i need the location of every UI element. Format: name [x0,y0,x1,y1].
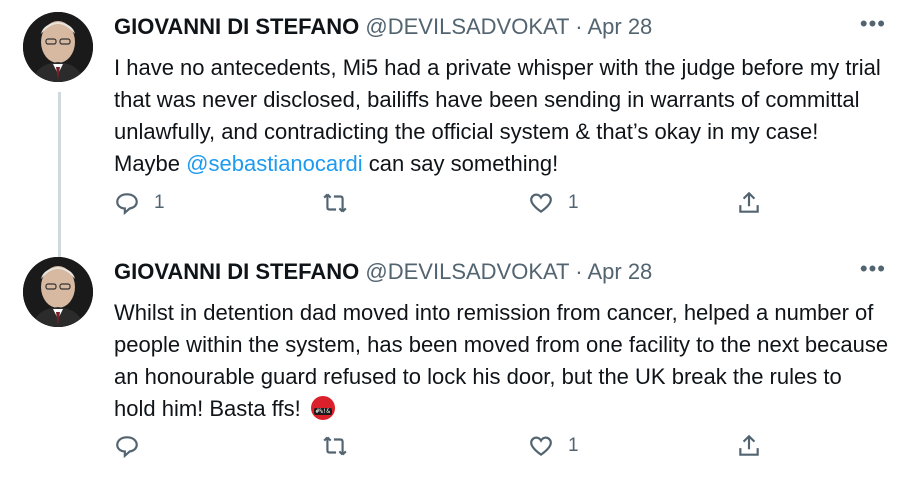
separator-dot: · [575,259,583,284]
tweet-header: GIOVANNI DI STEFANO @DEVILSADVOKAT · Apr… [114,259,652,285]
reply-icon [116,193,138,216]
like-count: 1 [568,192,579,213]
author-handle[interactable]: @DEVILSADVOKAT [365,14,569,39]
like-icon [530,193,552,213]
reply-count: 1 [154,192,165,213]
share-icon [739,434,759,456]
like-count: 1 [568,435,579,456]
retweet-button[interactable] [322,190,362,216]
angry-symbols-emoji-icon: #%!& [310,396,335,420]
share-button[interactable] [736,190,762,216]
avatar[interactable] [23,257,93,327]
more-icon[interactable]: ••• [860,258,886,280]
tweet-text-part: Whilst in detention dad moved into remis… [114,300,889,421]
reply-icon [116,436,138,459]
tweet: GIOVANNI DI STEFANO @DEVILSADVOKAT · Apr… [0,245,900,480]
retweet-button[interactable] [322,433,362,459]
tweet-text: Whilst in detention dad moved into remis… [114,297,889,425]
retweet-icon [323,436,347,456]
tweet-date[interactable]: Apr 28 [587,259,652,284]
tweet: GIOVANNI DI STEFANO @DEVILSADVOKAT · Apr… [0,0,900,245]
tweet-text-part: can say something! [362,151,559,176]
like-button[interactable]: 1 [528,190,579,216]
author-name[interactable]: GIOVANNI DI STEFANO [114,259,359,284]
share-icon [739,191,759,213]
reply-button[interactable] [114,433,154,459]
author-name[interactable]: GIOVANNI DI STEFANO [114,14,359,39]
tweet-header: GIOVANNI DI STEFANO @DEVILSADVOKAT · Apr… [114,14,652,40]
tweet-text: I have no antecedents, Mi5 had a private… [114,52,889,180]
mention-link[interactable]: @sebastianocardi [186,151,362,176]
separator-dot: · [575,14,583,39]
retweet-icon [323,193,347,213]
emoji-symbols: #%!& [313,408,332,415]
tweet-date[interactable]: Apr 28 [587,14,652,39]
reply-button[interactable]: 1 [114,190,165,216]
like-button[interactable]: 1 [528,433,579,459]
tweet-actions: 1 [114,433,774,463]
tweet-actions: 1 1 [114,190,774,220]
avatar[interactable] [23,12,93,82]
like-icon [530,436,552,456]
more-icon[interactable]: ••• [860,13,886,35]
author-handle[interactable]: @DEVILSADVOKAT [365,259,569,284]
share-button[interactable] [736,433,762,459]
